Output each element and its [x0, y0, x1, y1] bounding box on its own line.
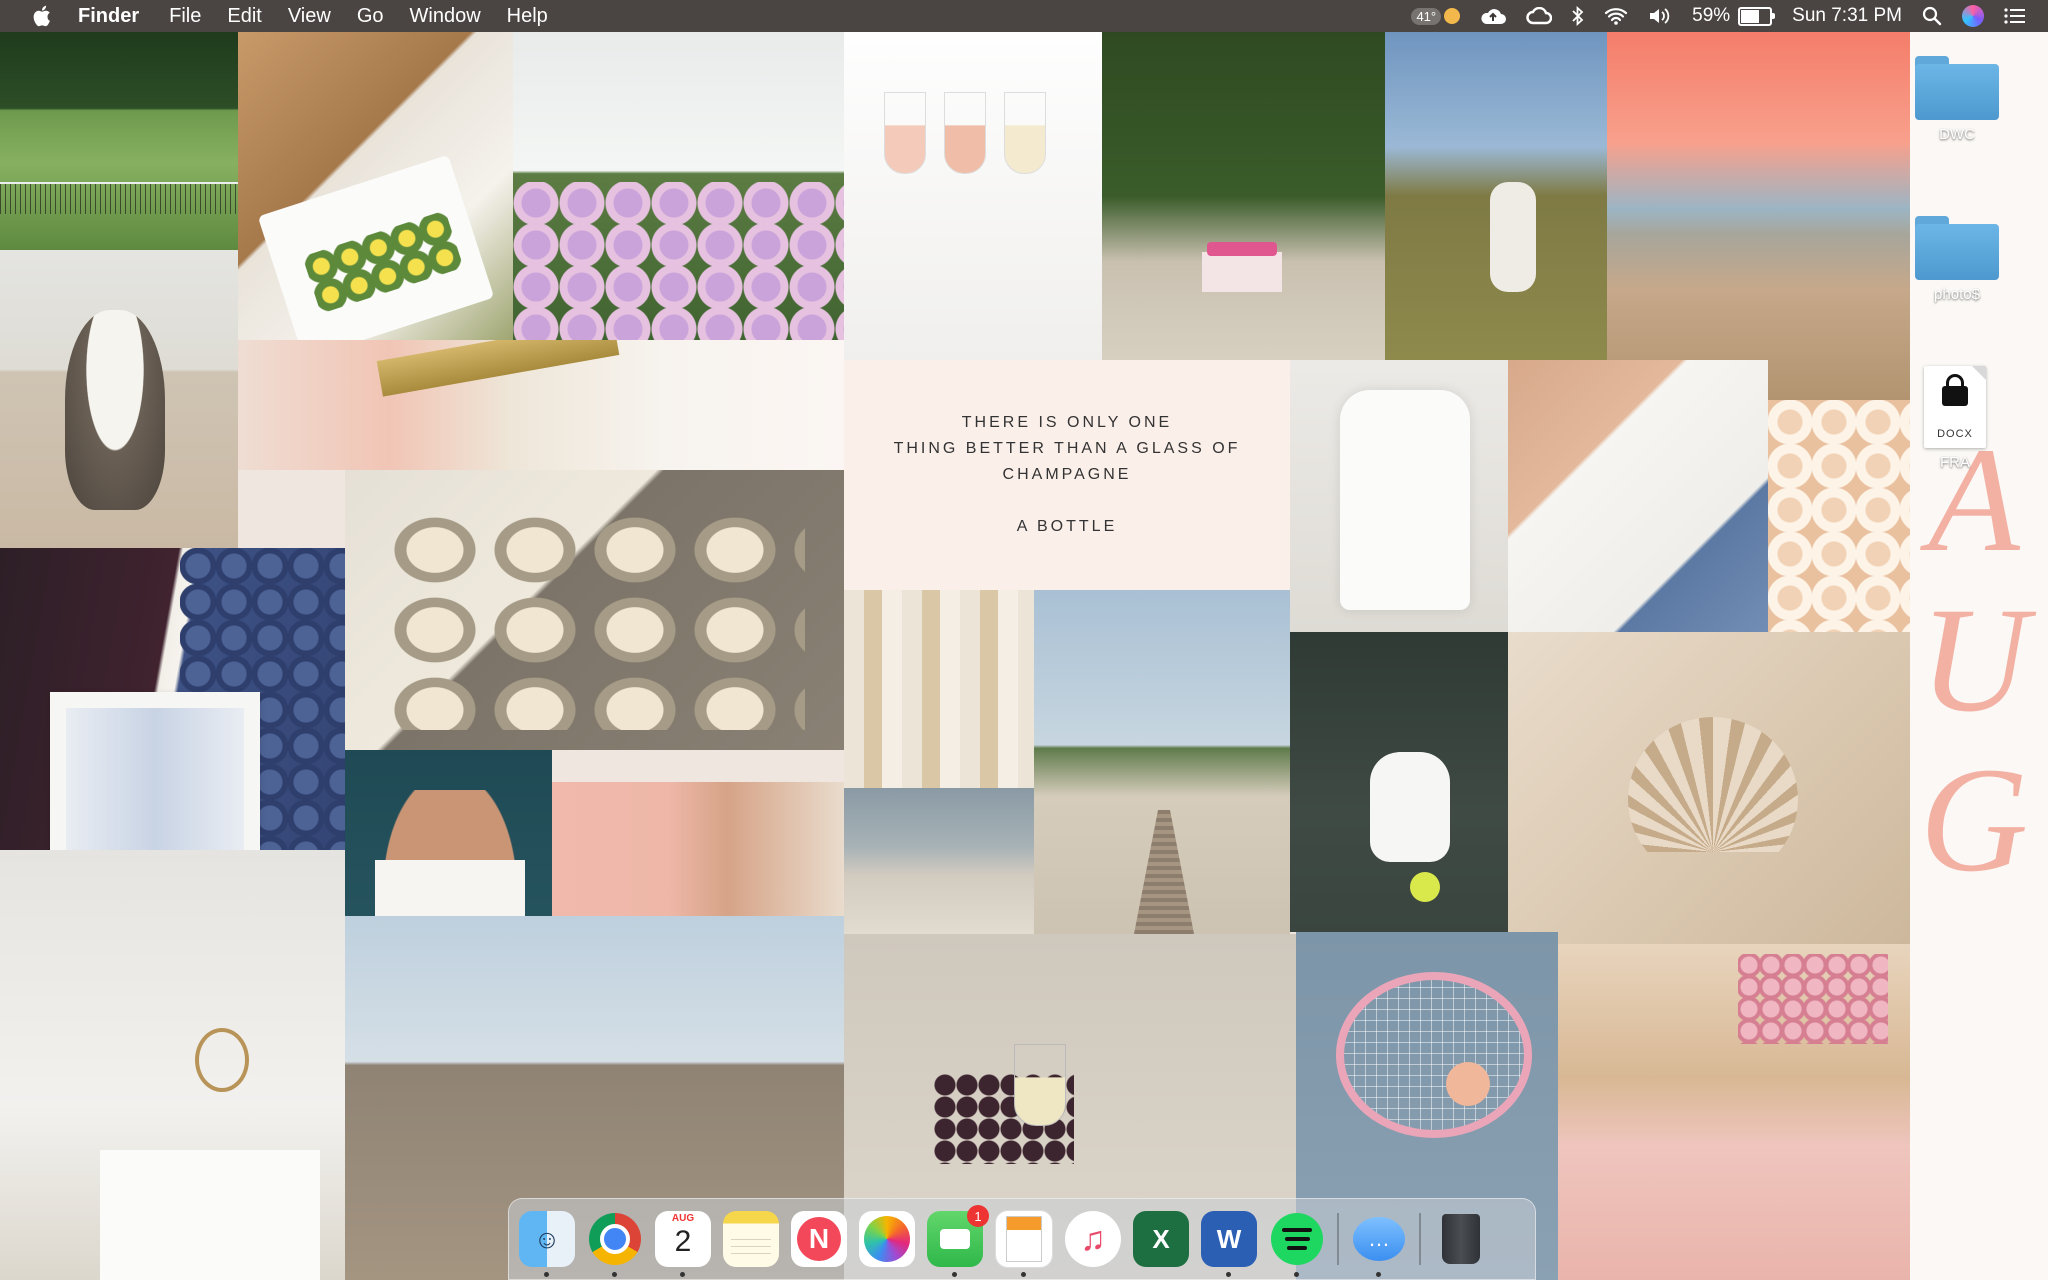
dock-excel[interactable]: X [1133, 1211, 1189, 1267]
dock-trash[interactable] [1433, 1211, 1489, 1267]
dock-pages[interactable] [995, 1210, 1053, 1277]
locked-document-icon: DOCX [1924, 366, 1986, 448]
dock-notes[interactable] [723, 1211, 779, 1267]
dock-separator [1337, 1213, 1339, 1265]
document-type: DOCX [1937, 428, 1973, 440]
volume-icon[interactable] [1648, 0, 1672, 32]
champagne-pour-photo [238, 340, 844, 470]
desktop-file-fra[interactable]: DOCX FRA [1900, 366, 2010, 471]
creamy-texture-photo [1768, 400, 1910, 632]
field-walk-photo [1385, 32, 1607, 360]
dock-calendar[interactable]: AUG 2 [655, 1211, 711, 1277]
aug-lettering: A U G [1900, 420, 2048, 900]
siri-icon[interactable] [1962, 0, 1984, 32]
weather-widget[interactable]: 41° [1411, 0, 1461, 32]
calendar-month: AUG [671, 1213, 695, 1224]
calendar-day: 2 [674, 1225, 692, 1258]
white-bedroom-photo [0, 850, 345, 1280]
word-icon: W [1216, 1223, 1242, 1254]
photos-icon [864, 1216, 910, 1262]
trash-icon [1442, 1214, 1480, 1264]
champagne-quote: THERE IS ONLY ONE THING BETTER THAN A GL… [844, 360, 1290, 590]
notes-icon [731, 1233, 771, 1259]
notification-badge: 1 [967, 1205, 989, 1227]
dock-word[interactable]: W [1201, 1211, 1257, 1277]
dock-chrome[interactable] [587, 1211, 643, 1277]
bluetooth-icon[interactable] [1572, 0, 1584, 32]
dock-facetime[interactable]: 1 [927, 1205, 989, 1277]
menu-view[interactable]: View [288, 5, 331, 28]
oysters-photo [345, 470, 844, 750]
desktop-folder-dwc[interactable]: DWC [1902, 56, 2012, 143]
excel-icon: X [1152, 1223, 1170, 1254]
menu-go[interactable]: Go [357, 5, 384, 28]
spotlight-search-icon[interactable] [1922, 0, 1942, 32]
desktop-folder-photos[interactable]: photo$ [1902, 216, 2012, 303]
pages-icon [1006, 1216, 1042, 1262]
clock[interactable]: Sun 7:31 PM [1792, 0, 1902, 32]
speech-bubble-icon: … [1353, 1217, 1405, 1261]
weather-temp: 41° [1411, 7, 1442, 25]
seashell-sand-photo [1508, 632, 1910, 944]
cloud-upload-icon[interactable] [1480, 0, 1507, 32]
chrome-icon [589, 1213, 641, 1265]
sneaker-tennis-photo [1290, 632, 1508, 932]
weather-icon [1444, 8, 1461, 24]
video-camera-icon [940, 1229, 970, 1249]
battery-status[interactable]: 59% [1692, 0, 1776, 32]
rose-wine-glasses-photo [844, 32, 1102, 360]
finder-icon: ☺ [533, 1223, 561, 1254]
aug-letter-u: U [1919, 577, 2029, 743]
music-note-icon: ♫ [1080, 1219, 1106, 1258]
desktop-folder-label: photo$ [1934, 286, 1980, 303]
dock-separator [1419, 1213, 1421, 1265]
folder-icon [1915, 56, 1999, 120]
menu-app-finder[interactable]: Finder [78, 5, 139, 28]
kitchen-sink-flowers-photo [238, 32, 513, 340]
tennis-court-photo [0, 32, 238, 250]
quote-attribution: A BOTTLE [1016, 518, 1118, 535]
pink-bedroom-photo [1558, 944, 1910, 1280]
menu-window[interactable]: Window [410, 5, 481, 28]
beach-boardwalk-photo [1034, 590, 1290, 934]
desktop-folder-label: DWC [1939, 126, 1975, 143]
desktop-file-label: FRA [1940, 454, 1970, 471]
battery-icon [1738, 6, 1776, 26]
hand-rings-photo [552, 782, 844, 916]
dock-music[interactable]: ♫ [1065, 1211, 1121, 1267]
wifi-icon[interactable] [1604, 0, 1628, 32]
apple-logo-icon[interactable] [30, 4, 52, 28]
notification-center-icon[interactable] [2004, 0, 2026, 32]
battery-percent: 59% [1692, 5, 1731, 26]
spotify-icon [1271, 1213, 1323, 1265]
creative-cloud-icon[interactable] [1526, 0, 1553, 32]
porch-hydrangeas-photo [513, 32, 844, 340]
dock-news[interactable]: N [791, 1211, 847, 1267]
aug-letter-g: G [1919, 737, 2029, 903]
news-icon: N [797, 1217, 841, 1261]
dock-messages[interactable]: … [1351, 1211, 1407, 1277]
menu-help[interactable]: Help [507, 5, 548, 28]
lock-icon [1942, 374, 1968, 406]
garden-dining-photo [1102, 32, 1385, 360]
quote-line-1: THERE IS ONLY ONE [961, 414, 1173, 431]
menu-edit[interactable]: Edit [227, 5, 261, 28]
bridal-party-photo [844, 590, 1034, 788]
quote-line-2: THING BETTER THAN A GLASS OF [893, 440, 1241, 457]
beach-sunset-photo [1607, 32, 1910, 400]
quote-line-3: CHAMPAGNE [1002, 466, 1132, 483]
white-loungewear-photo [1290, 360, 1508, 632]
dock-photos[interactable] [859, 1211, 915, 1267]
menu-file[interactable]: File [169, 5, 201, 28]
sheepdog-beach-photo [0, 250, 238, 548]
menu-bar: Finder File Edit View Go Window Help 41°… [0, 0, 2048, 32]
dock-spotify[interactable] [1269, 1211, 1325, 1277]
dock-finder[interactable]: ☺ [519, 1211, 575, 1277]
folder-icon [1915, 216, 1999, 280]
dock: ☺ AUG 2 N 1 ♫ X W … [508, 1198, 1536, 1280]
ocean-sand-photo [844, 788, 1034, 934]
